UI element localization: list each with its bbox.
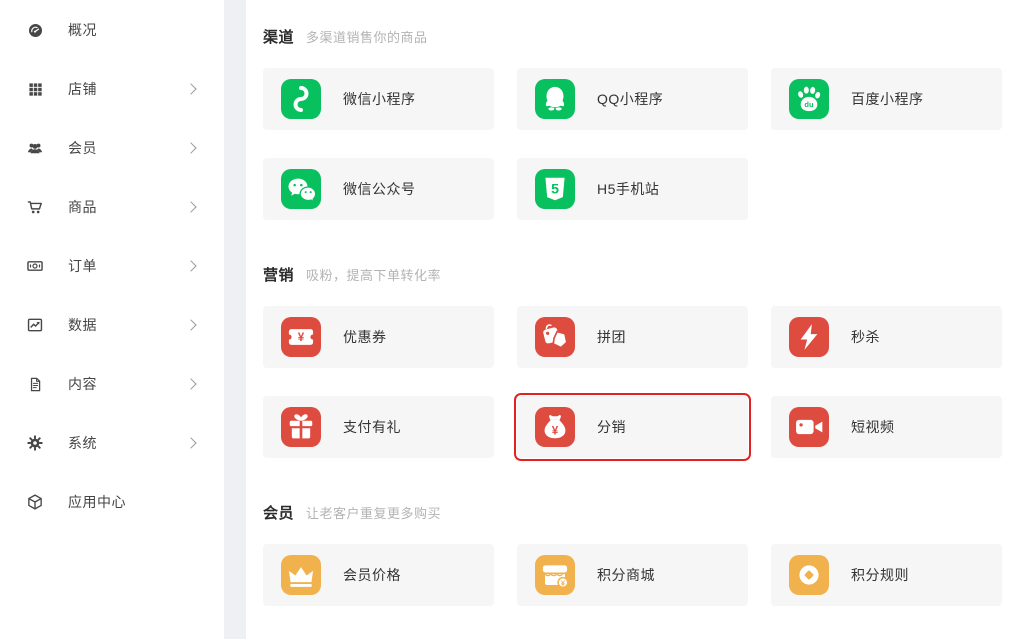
card-flash-sale[interactable]: 秒杀 — [771, 306, 1002, 368]
card-label: 积分商城 — [597, 567, 655, 583]
card-payment-gift[interactable]: 支付有礼 — [263, 396, 494, 458]
lightning-icon — [789, 317, 829, 357]
sidebar-item-products[interactable]: 商品 — [0, 185, 224, 229]
wechat-chat-bubbles-icon — [281, 169, 321, 209]
app-market-content: 渠道 多渠道销售你的商品微信小程序 QQ小程序 du 百度小程序微信公众号 5 H5手机站营… — [246, 0, 1019, 639]
chevron-right-icon — [185, 142, 197, 154]
card-wechat-mini-program[interactable]: 微信小程序 — [263, 68, 494, 130]
section-title: 渠道 — [263, 29, 295, 46]
card-wechat-official-account[interactable]: 微信公众号 — [263, 158, 494, 220]
card-label: 拼团 — [597, 329, 626, 345]
coupon-ticket-icon: ¥ — [281, 317, 321, 357]
sidebar-item-label: 内容 — [68, 376, 97, 392]
section-2: 会员 让老客户重复更多购买 会员价格 ¥ 积分商城 积分规则 — [263, 502, 1002, 606]
gear-icon — [26, 434, 44, 452]
section-1: 营销 吸粉，提高下单转化率 ¥ 优惠券 拼团 秒杀支付有礼 ¥ 分销 短视频 — [263, 264, 1002, 462]
card-grid: ¥ 优惠券 拼团 秒杀支付有礼 ¥ 分销 短视频 — [263, 306, 1002, 462]
qq-penguin-icon — [535, 79, 575, 119]
card-h5-mobile-site[interactable]: 5 H5手机站 — [517, 158, 748, 220]
storefront-coin-icon: ¥ — [535, 555, 575, 595]
users-icon — [26, 139, 44, 157]
money-bag-icon: ¥ — [535, 407, 575, 447]
chart-icon — [26, 316, 44, 334]
card-label: 积分规则 — [851, 567, 909, 583]
chevron-right-icon — [185, 319, 197, 331]
chevron-right-icon — [185, 378, 197, 390]
card-points-mall[interactable]: ¥ 积分商城 — [517, 544, 748, 606]
chevron-right-icon — [185, 260, 197, 272]
card-label: H5手机站 — [597, 181, 660, 197]
chevron-right-icon — [185, 83, 197, 95]
card-member-price[interactable]: 会员价格 — [263, 544, 494, 606]
card-label: 秒杀 — [851, 329, 880, 345]
section-subtitle: 吸粉，提高下单转化率 — [306, 268, 442, 283]
cart-icon — [26, 198, 44, 216]
card-distribution[interactable]: ¥ 分销 — [513, 392, 752, 462]
card-short-video[interactable]: 短视频 — [771, 396, 1002, 458]
card-grid: 微信小程序 QQ小程序 du 百度小程序微信公众号 5 H5手机站 — [263, 68, 1002, 220]
bill-icon — [26, 257, 44, 275]
section-subtitle: 让老客户重复更多购买 — [306, 506, 442, 521]
sidebar-item-label: 商品 — [68, 199, 97, 215]
wechat-mini-program-icon — [281, 79, 321, 119]
page-gutter — [224, 0, 246, 639]
card-baidu-mini-program[interactable]: du 百度小程序 — [771, 68, 1002, 130]
dashboard-icon — [26, 21, 44, 39]
group-buy-tag-icon — [535, 317, 575, 357]
card-qq-mini-program[interactable]: QQ小程序 — [517, 68, 748, 130]
sidebar-item-system[interactable]: 系统 — [0, 421, 224, 465]
sidebar: 概况店铺会员商品订单数据内容系统应用中心 — [0, 0, 224, 639]
h5-shield-icon: 5 — [535, 169, 575, 209]
section-subtitle: 多渠道销售你的商品 — [306, 30, 428, 45]
sidebar-item-label: 订单 — [68, 258, 97, 274]
card-label: 百度小程序 — [851, 91, 924, 107]
sidebar-item-content[interactable]: 内容 — [0, 362, 224, 406]
video-camera-icon — [789, 407, 829, 447]
section-title: 会员 — [263, 505, 295, 522]
sidebar-item-label: 店铺 — [68, 81, 97, 97]
sidebar-item-label: 数据 — [68, 317, 97, 333]
card-label: 短视频 — [851, 419, 895, 435]
card-points-rules[interactable]: 积分规则 — [771, 544, 1002, 606]
card-label: 支付有礼 — [343, 419, 401, 435]
section-header: 渠道 多渠道销售你的商品 — [263, 26, 1002, 47]
sidebar-item-label: 会员 — [68, 140, 97, 156]
section-header: 会员 让老客户重复更多购买 — [263, 502, 1002, 523]
card-label: 优惠券 — [343, 329, 387, 345]
sidebar-item-label: 概况 — [68, 22, 97, 38]
coin-diamond-icon — [789, 555, 829, 595]
svg-text:du: du — [804, 100, 814, 109]
sidebar-item-label: 应用中心 — [68, 494, 126, 510]
sidebar-item-orders[interactable]: 订单 — [0, 244, 224, 288]
svg-text:¥: ¥ — [552, 425, 559, 438]
document-icon — [26, 375, 44, 393]
card-coupon[interactable]: ¥ 优惠券 — [263, 306, 494, 368]
grid-icon — [26, 80, 44, 98]
card-group-buy[interactable]: 拼团 — [517, 306, 748, 368]
svg-text:5: 5 — [551, 182, 559, 198]
baidu-paw-icon: du — [789, 79, 829, 119]
section-title: 营销 — [263, 267, 295, 284]
sidebar-item-members[interactable]: 会员 — [0, 126, 224, 170]
card-label: 微信公众号 — [343, 181, 416, 197]
card-label: QQ小程序 — [597, 91, 664, 107]
gift-box-icon — [281, 407, 321, 447]
admin-dashboard-page: 概况 店铺 会员 商品 订单 数据 内容 系统 应用中心 渠道 多渠道销售你的商品 微信小程序 QQ小… — [0, 0, 1019, 639]
card-label: 微信小程序 — [343, 91, 416, 107]
svg-text:¥: ¥ — [298, 331, 305, 344]
sidebar-item-overview[interactable]: 概况 — [0, 8, 224, 52]
chevron-right-icon — [185, 201, 197, 213]
sidebar-item-label: 系统 — [68, 435, 97, 451]
crown-icon — [281, 555, 321, 595]
cube-icon — [26, 493, 44, 511]
section-header: 营销 吸粉，提高下单转化率 — [263, 264, 1002, 285]
card-label: 会员价格 — [343, 567, 401, 583]
card-label: 分销 — [597, 419, 626, 435]
sidebar-item-data[interactable]: 数据 — [0, 303, 224, 347]
sidebar-item-shop[interactable]: 店铺 — [0, 67, 224, 111]
sidebar-item-app-center[interactable]: 应用中心 — [0, 480, 224, 524]
section-0: 渠道 多渠道销售你的商品微信小程序 QQ小程序 du 百度小程序微信公众号 5 H5手机站 — [263, 26, 1002, 220]
chevron-right-icon — [185, 437, 197, 449]
card-grid: 会员价格 ¥ 积分商城 积分规则 — [263, 544, 1002, 606]
